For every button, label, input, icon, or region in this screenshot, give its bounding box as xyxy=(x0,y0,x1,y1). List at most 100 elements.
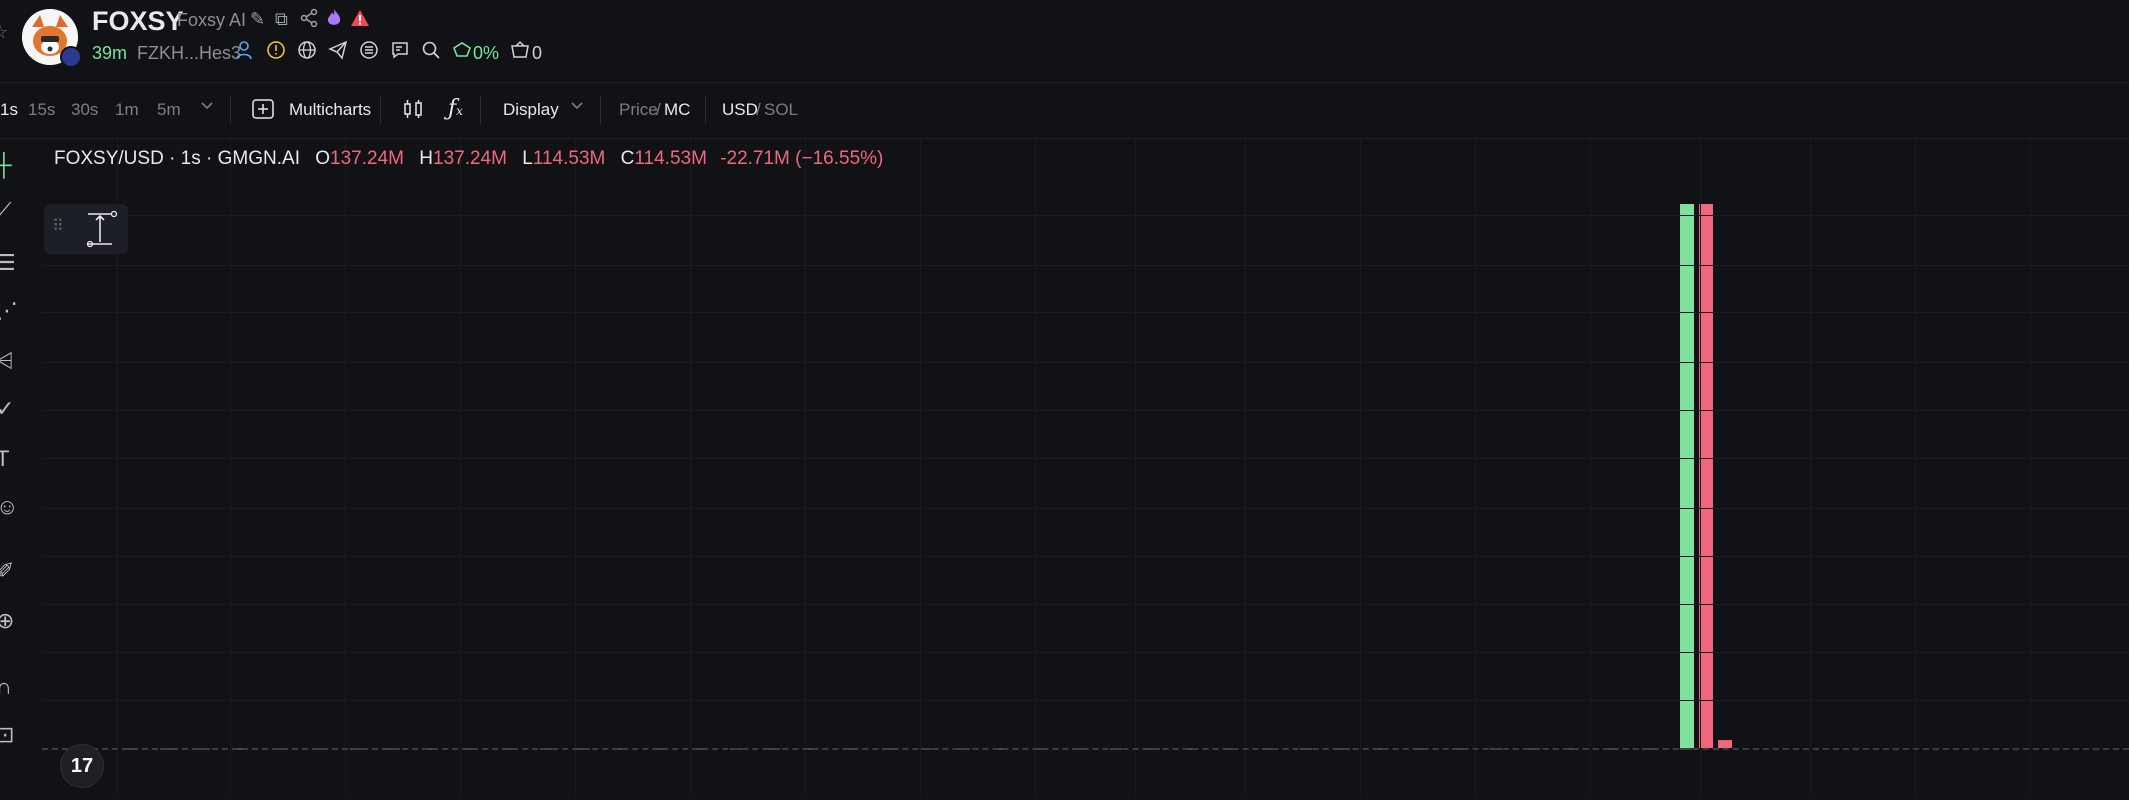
list-icon[interactable] xyxy=(359,40,379,66)
token-symbol: FOXSY xyxy=(92,6,184,36)
projection-icon[interactable]: ⩤ xyxy=(0,348,14,374)
grid-line-vertical xyxy=(1810,138,1811,795)
add-chart-icon[interactable] xyxy=(252,99,274,124)
crown-icon xyxy=(452,40,472,66)
chart-legend: FOXSY/USD · 1s · GMGN.AI O137.24M H137.2… xyxy=(54,148,883,170)
legend-high-label: H xyxy=(419,148,434,169)
interval-1m[interactable]: 1m xyxy=(115,100,139,120)
edit-icon[interactable]: ✎ xyxy=(250,9,265,29)
grid-line-vertical xyxy=(1475,138,1476,795)
grid-line-horizontal xyxy=(42,410,2129,411)
grid-line-horizontal xyxy=(42,556,2129,557)
token-address[interactable]: FZKH...Hes3 xyxy=(137,43,241,64)
floating-tool-panel[interactable]: ⠿ xyxy=(44,204,128,254)
fib-icon[interactable]: ☰ xyxy=(0,250,16,276)
top-holder-percent: 0% xyxy=(473,43,500,63)
copy-icon[interactable]: ⧉ xyxy=(275,9,288,29)
grid-line-vertical xyxy=(805,138,806,795)
interval-5m[interactable]: 5m xyxy=(157,100,181,120)
chevron-down-icon[interactable] xyxy=(570,98,584,118)
grid-line-horizontal xyxy=(42,215,2129,216)
toolbar-divider xyxy=(380,96,381,124)
magnet-icon[interactable]: ∩ xyxy=(0,674,12,700)
legend-low-value: 114.53M xyxy=(532,148,606,169)
grid-line-vertical xyxy=(230,138,231,795)
grid-line-horizontal xyxy=(42,652,2129,653)
price-toggle[interactable]: Price xyxy=(619,100,658,120)
price-mc-slash: / xyxy=(656,100,661,119)
grid-line-vertical xyxy=(575,138,576,795)
globe-icon[interactable] xyxy=(297,40,317,66)
legend-close-label: C xyxy=(620,148,635,169)
chevron-down-icon[interactable] xyxy=(200,98,214,118)
search-icon[interactable] xyxy=(421,40,441,66)
grid-line-vertical xyxy=(2030,138,2031,795)
grid-line-vertical xyxy=(1360,138,1361,795)
message-icon[interactable] xyxy=(390,40,410,66)
telegram-icon[interactable] xyxy=(328,40,348,66)
grid-line-horizontal xyxy=(42,508,2129,509)
grid-line-vertical xyxy=(460,138,461,795)
user-icon[interactable] xyxy=(235,40,253,66)
share-icon[interactable] xyxy=(300,8,318,31)
info-icon[interactable] xyxy=(266,40,286,66)
grid-line-vertical xyxy=(345,138,346,795)
token-header xyxy=(0,0,2129,83)
candle-down[interactable] xyxy=(1718,740,1732,748)
interval-15s[interactable]: 15s xyxy=(28,100,55,120)
emoji-icon[interactable]: ☺ xyxy=(0,494,18,520)
grid-line-vertical xyxy=(920,138,921,795)
mc-toggle[interactable]: MC xyxy=(664,100,690,120)
sol-toggle[interactable]: SOL xyxy=(764,100,798,120)
interval-30s[interactable]: 30s xyxy=(71,100,98,120)
grid-line-vertical xyxy=(1915,138,1916,795)
grid-line-horizontal xyxy=(42,700,2129,701)
indicators-icon[interactable]: ƒx xyxy=(448,96,463,121)
price-chart[interactable] xyxy=(42,138,2129,795)
crosshair-icon[interactable]: ┼ xyxy=(0,152,12,178)
lock-icon[interactable]: ⊡ xyxy=(0,722,14,748)
star-icon[interactable]: ☆ xyxy=(0,22,8,43)
grid-line-horizontal xyxy=(42,265,2129,266)
multicharts-button[interactable]: Multicharts xyxy=(289,100,371,120)
legend-close-value: 114.53M xyxy=(634,148,707,169)
grid-line-vertical xyxy=(1590,138,1591,795)
token-age: 39m xyxy=(92,43,128,63)
measure-icon[interactable] xyxy=(84,210,118,253)
pattern-icon[interactable]: ⋰ xyxy=(0,298,18,324)
token-name: Foxsy AI xyxy=(177,10,247,30)
zoom-icon[interactable]: ⊕ xyxy=(0,608,14,634)
legend-change: -22.71M (−16.55%) xyxy=(720,148,884,169)
price-baseline xyxy=(42,748,2129,750)
warning-icon xyxy=(350,9,370,31)
grid-line-horizontal xyxy=(42,458,2129,459)
fire-icon xyxy=(325,8,343,32)
toolbar-divider xyxy=(705,96,706,124)
tradingview-logo[interactable]: 17 xyxy=(60,744,104,788)
candle-down[interactable] xyxy=(1699,204,1713,748)
text-icon[interactable]: T xyxy=(0,446,9,472)
grid-line-horizontal xyxy=(42,604,2129,605)
legend-title: FOXSY/USD · 1s · GMGN.AI xyxy=(54,148,300,169)
ruler-icon[interactable]: ✐ xyxy=(0,558,14,584)
brush-icon[interactable]: ✓ xyxy=(0,396,14,422)
grid-line-horizontal xyxy=(42,312,2129,313)
legend-open-label: O xyxy=(315,148,331,169)
chart-canvas[interactable] xyxy=(42,138,2129,795)
candle-style-icon[interactable] xyxy=(402,99,424,124)
grid-line-vertical xyxy=(1245,138,1246,795)
grid-line-vertical xyxy=(1135,138,1136,795)
candle-up[interactable] xyxy=(1680,204,1694,748)
legend-low-label: L xyxy=(522,148,533,169)
trendline-icon[interactable]: ⟋ xyxy=(0,198,11,224)
legend-open-value: 137.24M xyxy=(330,148,404,169)
grid-line-vertical xyxy=(1035,138,1036,795)
usd-toggle[interactable]: USD xyxy=(722,100,758,120)
grid-line-vertical xyxy=(1700,138,1701,795)
drag-handle-icon[interactable]: ⠿ xyxy=(52,216,64,236)
toolbar-divider xyxy=(230,96,231,124)
display-button[interactable]: Display xyxy=(503,100,559,120)
grid-line-horizontal xyxy=(42,362,2129,363)
interval-1s[interactable]: 1s xyxy=(0,100,18,120)
usd-sol-slash: / xyxy=(756,100,761,119)
